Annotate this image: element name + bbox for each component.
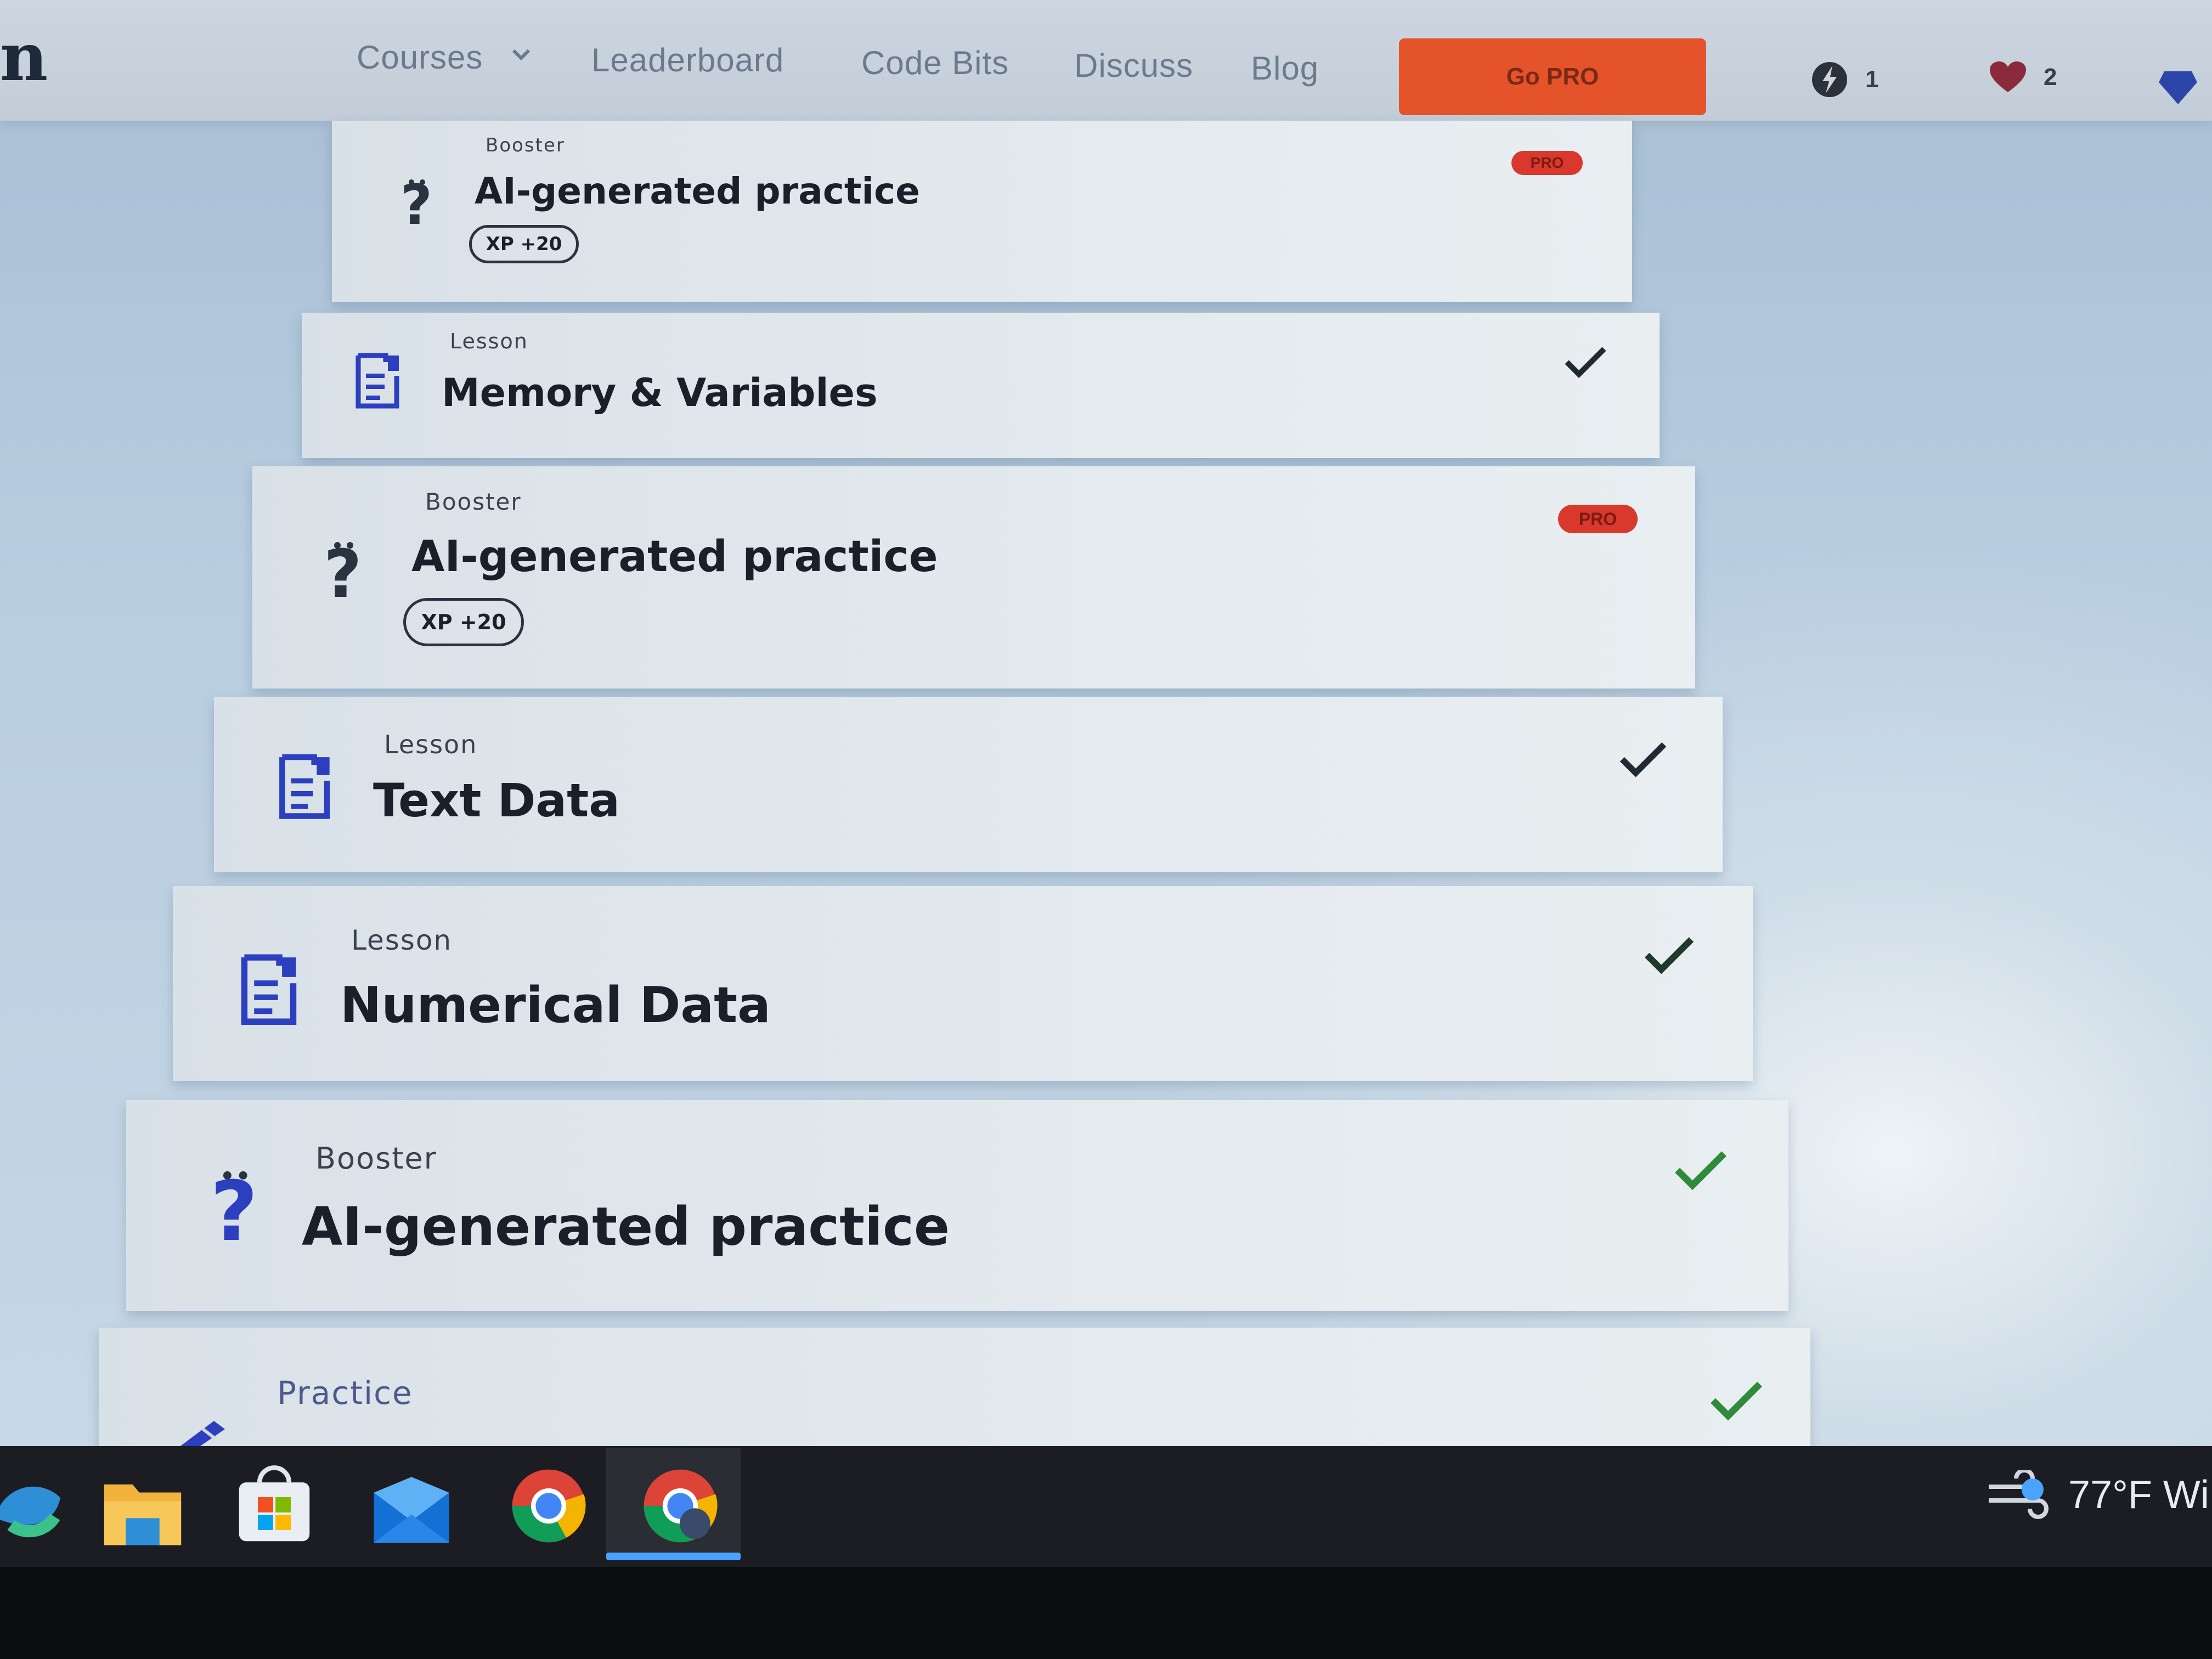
hearts-count: 2 [2044,64,2057,91]
question-icon: ? [324,538,362,603]
lesson-icon [356,353,399,409]
streak-stat[interactable]: 1 [1810,60,1878,99]
list-item-booster[interactable]: Booster ? AI-generated practice XP +20 P… [252,466,1695,689]
question-icon: ? [210,1166,258,1248]
gem-icon[interactable] [2159,71,2197,104]
list-item-lesson[interactable]: Lesson Memory & Variables [302,313,1660,458]
list-item-practice[interactable]: Practice [99,1328,1810,1446]
bolt-icon [1812,62,1847,97]
list-item-booster[interactable]: Booster ? AI-generated practice [126,1100,1788,1311]
check-icon [1565,347,1606,379]
nav-code-bits[interactable]: Code Bits [861,44,1009,82]
weather-widget[interactable]: 77°F Wi [1986,1470,2209,1520]
pro-badge: PRO [1511,151,1583,175]
check-icon [1620,742,1667,777]
nav-blog[interactable]: Blog [1251,49,1319,87]
list-item-booster[interactable]: Booster ? AI-generated practice XP +20 P… [332,121,1632,302]
xp-badge: XP +20 [403,598,524,646]
logo[interactable]: n [0,25,48,91]
chrome-profile-icon[interactable] [636,1465,724,1547]
nav-leaderboard[interactable]: Leaderboard [591,41,784,79]
xp-badge: XP +20 [469,225,579,263]
weather-text: 77°F Wi [2068,1473,2209,1517]
pro-badge: PRO [1558,505,1638,533]
question-icon: ? [400,176,432,230]
item-type: Booster [315,1141,437,1176]
item-type: Booster [486,134,565,156]
wind-icon [1989,1470,2049,1519]
lesson-icon [279,754,330,819]
check-icon [1644,937,1694,974]
item-title: AI-generated practice [475,170,920,212]
item-title: Memory & Variables [442,370,878,415]
monitor-bezel [0,1567,2212,1659]
active-app-indicator [606,1553,741,1560]
app-window: n Courses Leaderboard Code Bits Discuss … [0,0,2212,1446]
nav-courses[interactable]: Courses [357,38,483,76]
streak-count: 1 [1865,66,1879,93]
svg-text:?: ? [400,176,432,230]
pencil-icon [180,1421,225,1446]
taskbar [0,1446,2212,1567]
top-navigation: n Courses Leaderboard Code Bits Discuss … [0,0,2212,121]
go-pro-button[interactable]: Go PRO [1399,38,1706,115]
item-title: Numerical Data [340,977,771,1034]
edge-icon[interactable] [0,1465,88,1547]
chevron-down-icon[interactable] [510,44,532,66]
svg-text:?: ? [324,538,362,603]
item-type: Lesson [351,924,453,956]
check-icon [1675,1151,1726,1190]
list-item-lesson[interactable]: Lesson Text Data [214,697,1723,872]
nav-discuss[interactable]: Discuss [1074,47,1193,84]
file-explorer-icon[interactable] [99,1470,187,1553]
item-type: Lesson [384,730,478,759]
list-item-lesson[interactable]: Lesson Numerical Data [173,886,1753,1081]
store-icon[interactable] [230,1465,318,1547]
mail-icon[interactable] [368,1470,455,1553]
item-title: AI-generated practice [302,1196,950,1257]
hearts-stat[interactable]: 2 [1989,60,2057,94]
heart-icon [1990,61,2026,92]
chrome-icon[interactable] [505,1465,592,1547]
item-type: Booster [425,488,522,515]
svg-text:?: ? [210,1166,258,1248]
item-type: Practice [277,1374,413,1412]
item-title: Text Data [373,774,620,827]
item-type: Lesson [450,329,528,353]
check-icon [1711,1381,1762,1421]
lesson-icon [241,954,297,1025]
item-title: AI-generated practice [411,532,938,582]
